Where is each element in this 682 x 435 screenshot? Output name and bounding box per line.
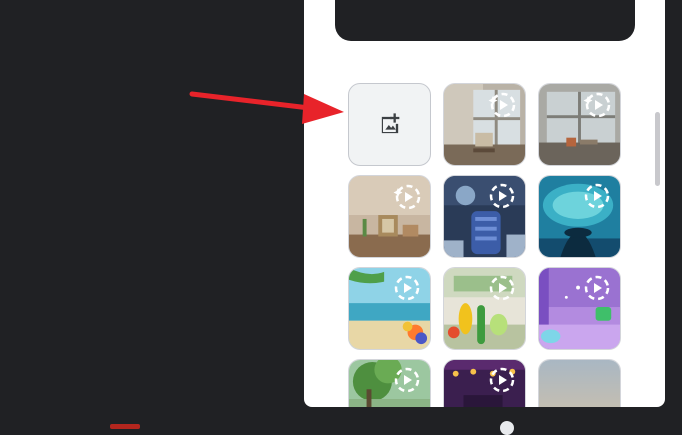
animated-play-icon (394, 367, 420, 393)
sky-gradient-thumbnail (539, 360, 620, 407)
animated-sparkle-play-icon (583, 92, 611, 118)
add-image-icon (381, 112, 399, 133)
animated-play-icon (584, 183, 610, 209)
video-preview (335, 0, 635, 41)
animated-sparkle-play-icon (393, 184, 421, 210)
add-background-tile[interactable] (348, 83, 431, 166)
animated-play-icon (584, 275, 610, 301)
animated-sparkle-play-icon (488, 92, 516, 118)
taskbar-indicator (110, 424, 140, 429)
panel-scrollbar[interactable] (655, 112, 660, 186)
backgrounds-panel (304, 0, 665, 407)
red-arrow-icon (189, 91, 344, 124)
animated-play-icon (489, 183, 515, 209)
taskbar-dot (500, 421, 514, 435)
animated-play-icon (489, 367, 515, 393)
animated-play-icon (489, 275, 515, 301)
background-tile-sky-gradient[interactable] (538, 359, 621, 407)
animated-play-icon (394, 275, 420, 301)
